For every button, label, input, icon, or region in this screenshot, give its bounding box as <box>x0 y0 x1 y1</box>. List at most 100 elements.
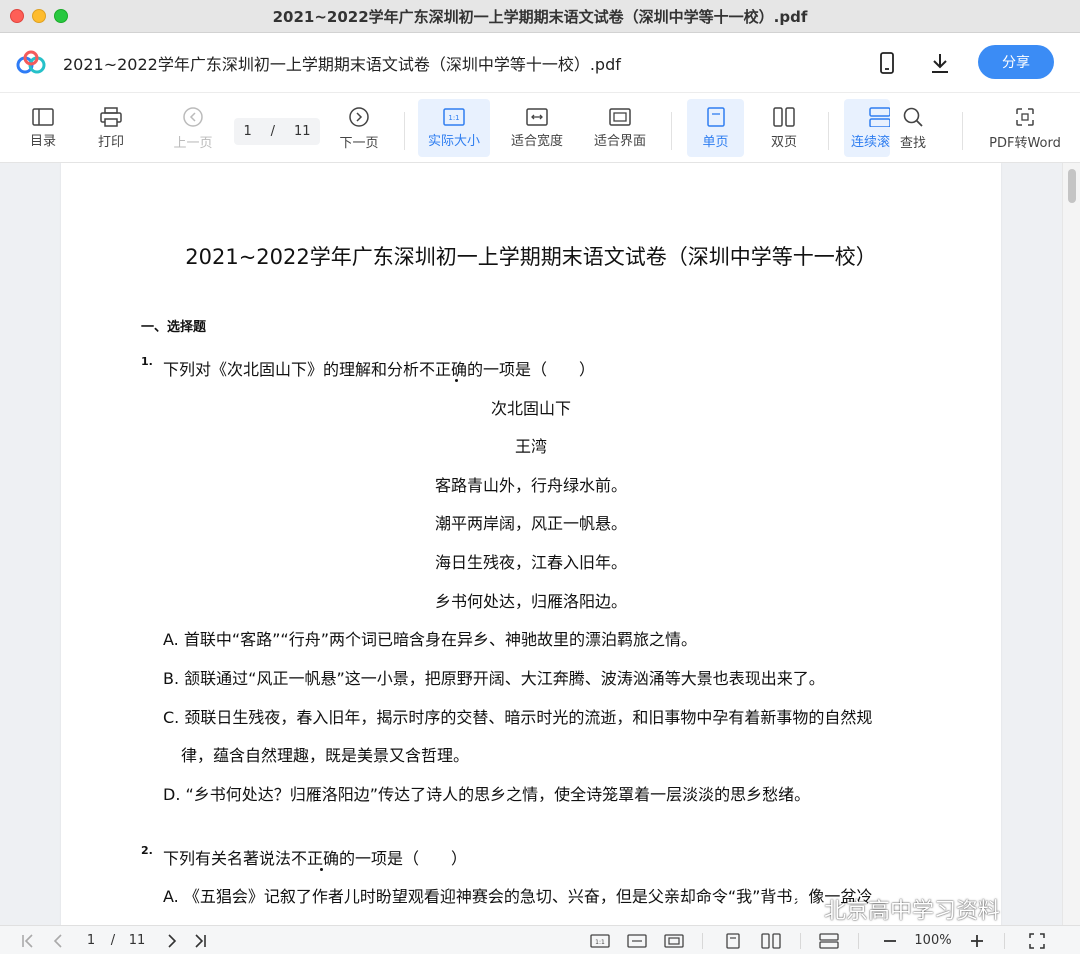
fit-width-label: 适合宽度 <box>510 133 563 149</box>
poem-title: 次北固山下 <box>490 399 571 418</box>
download-icon[interactable] <box>926 49 954 77</box>
page-current: 1 <box>243 124 252 139</box>
chevron-left-circle-icon <box>183 106 203 127</box>
poem-line: 海日生残夜，江春入旧年。 <box>434 553 627 572</box>
option-a: A. 首联中“客路”“行舟”两个词已暗含身在异乡、神驰故里的漂泊羁旅之情。 <box>163 630 697 649</box>
document-title: 2021~2022学年广东深圳初一上学期期末语文试卷（深圳中学等十一校）.pdf <box>63 55 621 74</box>
fit-width-icon <box>526 107 548 126</box>
emphasis-dot <box>320 868 323 871</box>
svg-text:1:1: 1:1 <box>448 114 459 122</box>
pdf-to-word-button[interactable]: PDF转Word <box>982 99 1068 157</box>
convert-icon <box>1016 107 1034 126</box>
bottom-bar: 1 / 11 1:1 100% <box>0 925 1080 954</box>
pdf-page: 2021~2022学年广东深圳初一上学期期末语文试卷（深圳中学等十一校） 一、选… <box>61 163 1001 925</box>
window-controls <box>10 9 68 23</box>
print-label: 打印 <box>97 134 124 150</box>
maximize-window-button[interactable] <box>54 9 68 23</box>
poem-line: 潮平两岸阔，风正一帆悬。 <box>434 514 627 533</box>
question-text: 下列对《次北固山下》的理解和分析不正确的一项是（ ） <box>163 360 596 379</box>
prev-page-label: 上一页 <box>173 135 213 151</box>
bottom-page-current[interactable]: 1 <box>82 926 100 954</box>
zoom-out-icon[interactable] <box>880 926 900 954</box>
bottom-divider <box>800 933 801 949</box>
prev-page-icon[interactable] <box>48 926 68 954</box>
toolbar-divider <box>828 112 829 150</box>
next-page-button[interactable]: 下一页 <box>334 99 384 157</box>
bottom-divider <box>702 933 703 949</box>
single-page-button[interactable]: 单页 <box>687 99 744 157</box>
bottom-divider <box>1004 933 1005 949</box>
actual-size-icon[interactable]: 1:1 <box>589 926 611 954</box>
window-titlebar: 2021~2022学年广东深圳初一上学期期末语文试卷（深圳中学等十一校）.pdf <box>0 0 1080 33</box>
share-button[interactable]: 分享 <box>978 45 1054 79</box>
actual-size-button[interactable]: 1:1 实际大小 <box>418 99 490 157</box>
app-header: 2021~2022学年广东深圳初一上学期期末语文试卷（深圳中学等十一校）.pdf… <box>0 33 1080 93</box>
actual-size-label: 实际大小 <box>427 133 480 149</box>
first-page-icon[interactable] <box>18 926 38 954</box>
watermark: 北京高中学习资料 <box>790 893 1000 925</box>
minimize-window-button[interactable] <box>32 9 46 23</box>
page-separator: / <box>270 124 276 139</box>
scrollbar-thumb[interactable] <box>1068 169 1076 203</box>
toolbar: 目录 打印 上一页 下一页 1:1 实际大小 适合宽度 适合界面 单页 双页 连… <box>0 93 1080 163</box>
fit-window-button[interactable]: 适合界面 <box>587 99 653 157</box>
fit-window-icon[interactable] <box>663 926 685 954</box>
continuous-scroll-icon[interactable] <box>818 926 840 954</box>
single-page-label: 单页 <box>702 134 729 150</box>
fullscreen-icon[interactable] <box>1026 926 1048 954</box>
document-viewport[interactable]: 2021~2022学年广东深圳初一上学期期末语文试卷（深圳中学等十一校） 一、选… <box>0 163 1080 925</box>
sidebar-icon <box>32 107 54 126</box>
bottom-page-total: 11 <box>128 933 146 948</box>
continuous-scroll-button[interactable]: 连续滚 <box>844 99 890 157</box>
double-page-icon[interactable] <box>760 926 782 954</box>
zoom-in-icon[interactable] <box>967 926 987 954</box>
option-c: C. 颈联日生残夜，春入旧年，揭示时序的交替、暗示时光的流逝，和旧事物中孕有着新… <box>163 708 873 727</box>
print-button[interactable]: 打印 <box>90 99 132 157</box>
page-number-input[interactable]: 1 / 11 <box>234 118 320 145</box>
window-title: 2021~2022学年广东深圳初一上学期期末语文试卷（深圳中学等十一校）.pdf <box>272 7 808 26</box>
vertical-scrollbar[interactable] <box>1062 163 1080 925</box>
baidu-cloud-logo-icon <box>16 50 46 74</box>
toc-label: 目录 <box>29 133 56 149</box>
fit-window-label: 适合界面 <box>593 133 646 149</box>
emphasis-dot <box>455 379 458 382</box>
svg-text:1:1: 1:1 <box>595 939 605 946</box>
fit-width-icon[interactable] <box>626 926 648 954</box>
mobile-icon[interactable] <box>873 49 901 77</box>
pdf-to-word-label: PDF转Word <box>989 135 1061 151</box>
exam-title: 2021~2022学年广东深圳初一上学期期末语文试卷（深圳中学等十一校） <box>185 245 877 269</box>
double-page-button[interactable]: 双页 <box>757 99 811 157</box>
single-page-icon[interactable] <box>723 926 743 954</box>
double-page-label: 双页 <box>770 134 797 150</box>
next-page-icon[interactable] <box>162 926 182 954</box>
fit-width-button[interactable]: 适合宽度 <box>504 99 570 157</box>
page-total: 11 <box>293 124 311 139</box>
poem-author: 王湾 <box>514 437 547 456</box>
option-b: B. 颔联通过“风正一帆悬”这一小景，把原野开阔、大江奔腾、波涛汹涌等大景也表现… <box>163 669 825 688</box>
option-c-continued: 律，蕴含自然理趣，既是美景又含哲理。 <box>181 746 470 765</box>
toc-button[interactable]: 目录 <box>22 99 64 157</box>
wechat-icon <box>791 898 817 919</box>
section-heading: 一、选择题 <box>141 320 207 335</box>
toolbar-divider <box>962 112 963 150</box>
continuous-scroll-icon <box>869 106 890 127</box>
watermark-text: 北京高中学习资料 <box>824 899 1001 924</box>
last-page-icon[interactable] <box>190 926 210 954</box>
poem-line: 客路青山外，行舟绿水前。 <box>434 476 627 495</box>
bottom-divider <box>858 933 859 949</box>
single-page-icon <box>706 106 725 127</box>
close-window-button[interactable] <box>10 9 24 23</box>
find-button[interactable]: 查找 <box>892 99 934 157</box>
prev-page-button[interactable]: 上一页 <box>168 99 218 157</box>
zoom-level[interactable]: 100% <box>908 926 958 954</box>
actual-size-icon: 1:1 <box>443 107 465 126</box>
printer-icon <box>100 106 122 127</box>
toolbar-divider <box>404 112 405 150</box>
search-icon <box>903 107 923 127</box>
continuous-scroll-label: 连续滚 <box>851 134 890 150</box>
fit-window-icon <box>609 107 631 126</box>
find-label: 查找 <box>899 135 926 151</box>
chevron-right-circle-icon <box>349 106 369 127</box>
double-page-icon <box>773 106 795 127</box>
next-page-label: 下一页 <box>339 135 379 151</box>
